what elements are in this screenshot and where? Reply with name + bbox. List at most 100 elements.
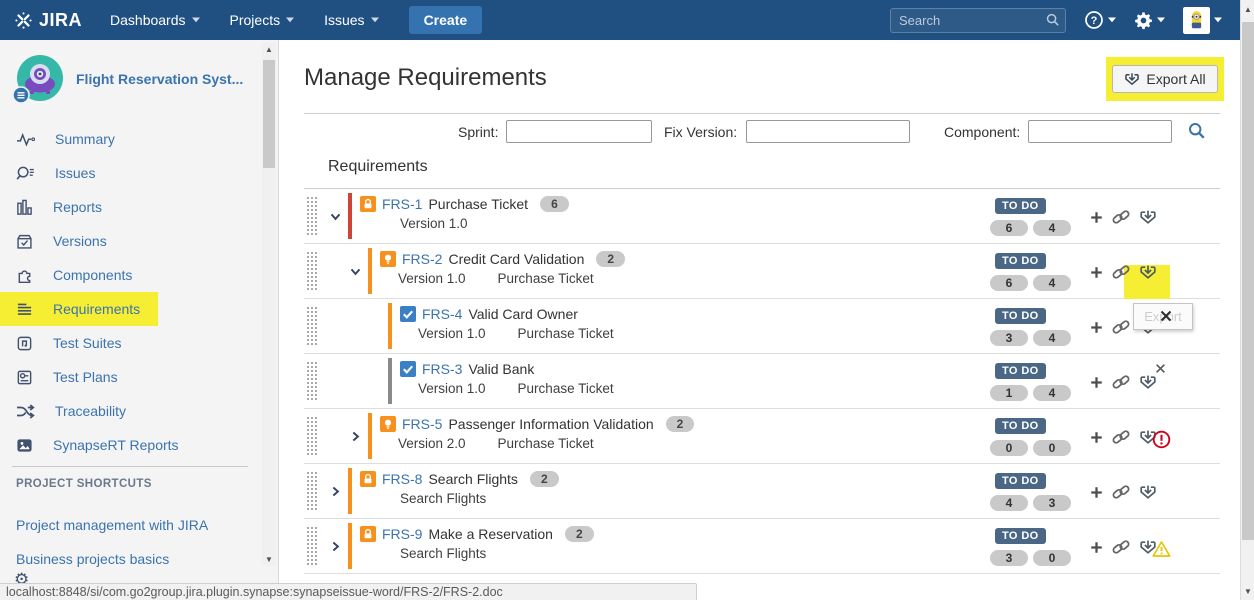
count-pill[interactable]: 4 bbox=[1033, 330, 1071, 346]
issue-key-link[interactable]: FRS-3 bbox=[422, 361, 462, 377]
add-icon[interactable] bbox=[1090, 541, 1103, 554]
drag-handle[interactable] bbox=[306, 526, 317, 567]
add-icon[interactable] bbox=[1090, 486, 1103, 499]
add-icon[interactable] bbox=[1090, 321, 1103, 334]
sidebar-item-reports[interactable]: Reports bbox=[0, 190, 260, 224]
requirement-row-frs-5: FRS-5Passenger Information Validation2Ve… bbox=[304, 409, 1220, 464]
requirement-title: Valid Card Owner bbox=[468, 306, 577, 322]
issue-key-link[interactable]: FRS-4 bbox=[422, 306, 462, 322]
jira-logo[interactable]: JIRA bbox=[14, 10, 82, 31]
sidebar-item-test-plans[interactable]: Test Plans bbox=[0, 360, 260, 394]
count-pill[interactable]: 6 bbox=[990, 220, 1028, 236]
chevron-right-icon[interactable] bbox=[329, 540, 342, 553]
sidebar-item-traceability[interactable]: Traceability bbox=[0, 394, 260, 428]
component-input[interactable] bbox=[1028, 120, 1172, 143]
export-icon[interactable] bbox=[1139, 483, 1157, 501]
sidebar-item-versions[interactable]: Versions bbox=[0, 224, 260, 258]
coverage-counts: 00 bbox=[990, 440, 1071, 456]
status-badge: TO DO bbox=[995, 363, 1046, 379]
fix-version-input[interactable] bbox=[746, 120, 910, 143]
requirement-row-frs-3: FRS-3Valid BankVersion 1.0Purchase Ticke… bbox=[304, 354, 1220, 409]
drag-handle[interactable] bbox=[306, 416, 317, 457]
count-pill[interactable]: 3 bbox=[990, 550, 1028, 566]
drag-handle[interactable] bbox=[306, 471, 317, 512]
issue-key-link[interactable]: FRS-8 bbox=[382, 471, 422, 487]
add-icon[interactable] bbox=[1090, 266, 1103, 279]
sidebar-scrollbar[interactable]: ▲ ▼ bbox=[262, 42, 276, 566]
sidebar-divider bbox=[12, 466, 248, 467]
count-pill[interactable]: 0 bbox=[1033, 550, 1071, 566]
count-pill[interactable]: 0 bbox=[1033, 440, 1071, 456]
link-icon[interactable] bbox=[1112, 373, 1130, 391]
sidebar-item-requirements[interactable]: Requirements bbox=[0, 292, 158, 326]
drag-handle[interactable] bbox=[306, 196, 317, 237]
close-icon[interactable] bbox=[1155, 363, 1166, 374]
drag-handle[interactable] bbox=[306, 251, 317, 292]
link-icon[interactable] bbox=[1112, 263, 1130, 281]
issue-key-link[interactable]: FRS-9 bbox=[382, 526, 422, 542]
window-scrollbar[interactable]: ▲ ▼ bbox=[1240, 0, 1254, 600]
requirement-row-frs-4: FRS-4Valid Card OwnerVersion 1.0Purchase… bbox=[304, 299, 1220, 354]
coverage-counts: 43 bbox=[990, 495, 1071, 511]
scrollbar-thumb[interactable] bbox=[1242, 22, 1254, 540]
chevron-right-icon[interactable] bbox=[349, 430, 362, 443]
count-pill[interactable]: 4 bbox=[990, 495, 1028, 511]
link-icon[interactable] bbox=[1112, 428, 1130, 446]
link-icon[interactable] bbox=[1112, 538, 1130, 556]
chevron-down-icon[interactable] bbox=[329, 210, 342, 223]
filter-search-icon[interactable] bbox=[1188, 122, 1206, 140]
nav-item-projects[interactable]: Projects bbox=[230, 12, 295, 28]
nav-search-input[interactable] bbox=[890, 8, 1066, 33]
count-pill[interactable]: 3 bbox=[990, 330, 1028, 346]
drag-handle[interactable] bbox=[306, 306, 317, 347]
sidebar-item-summary[interactable]: Summary bbox=[0, 122, 260, 156]
create-button[interactable]: Create bbox=[409, 6, 483, 34]
export-all-button[interactable]: Export All bbox=[1112, 65, 1217, 93]
scroll-up-arrow[interactable]: ▲ bbox=[262, 42, 276, 56]
count-pill[interactable]: 4 bbox=[1033, 385, 1071, 401]
count-pill[interactable]: 3 bbox=[1033, 495, 1071, 511]
export-icon[interactable] bbox=[1139, 208, 1157, 226]
requirement-row-frs-8: FRS-8Search Flights2Search FlightsTO DO4… bbox=[304, 464, 1220, 519]
export-icon[interactable] bbox=[1139, 263, 1157, 281]
scroll-down-arrow[interactable]: ▼ bbox=[1241, 584, 1254, 598]
sidebar-item-components[interactable]: Components bbox=[0, 258, 260, 292]
add-icon[interactable] bbox=[1090, 376, 1103, 389]
user-menu[interactable] bbox=[1183, 7, 1222, 34]
sidebar-item-synapsert-reports[interactable]: SynapseRT Reports bbox=[0, 428, 260, 462]
component-label: Purchase Ticket bbox=[518, 326, 614, 341]
count-pill[interactable]: 1 bbox=[990, 385, 1028, 401]
drag-handle[interactable] bbox=[306, 361, 317, 402]
sidebar-item-issues[interactable]: Issues bbox=[0, 156, 260, 190]
export-icon[interactable] bbox=[1139, 373, 1157, 391]
scrollbar-thumb[interactable] bbox=[263, 60, 275, 168]
add-icon[interactable] bbox=[1090, 211, 1103, 224]
settings-menu[interactable] bbox=[1134, 11, 1165, 30]
issue-key-link[interactable]: FRS-2 bbox=[402, 251, 442, 267]
project-header[interactable]: Flight Reservation Syst... bbox=[12, 54, 248, 104]
project-shortcut-link[interactable]: Project management with JIRA bbox=[16, 517, 208, 533]
project-shortcut-link[interactable]: Business projects basics bbox=[16, 551, 169, 567]
count-pill[interactable]: 6 bbox=[990, 275, 1028, 291]
link-icon[interactable] bbox=[1112, 208, 1130, 226]
link-icon[interactable] bbox=[1112, 483, 1130, 501]
count-pill[interactable]: 4 bbox=[1033, 275, 1071, 291]
issue-key-link[interactable]: FRS-5 bbox=[402, 416, 442, 432]
requirement-title: Purchase Ticket bbox=[428, 196, 528, 212]
count-pill[interactable]: 0 bbox=[990, 440, 1028, 456]
add-icon[interactable] bbox=[1090, 431, 1103, 444]
count-pill[interactable]: 4 bbox=[1033, 220, 1071, 236]
sidebar-item-test-suites[interactable]: Test Suites bbox=[0, 326, 260, 360]
scroll-up-arrow[interactable]: ▲ bbox=[1241, 2, 1254, 16]
link-icon[interactable] bbox=[1112, 318, 1130, 336]
search-icon[interactable] bbox=[1046, 13, 1060, 27]
chevron-down-icon[interactable] bbox=[349, 265, 362, 278]
sprint-input[interactable] bbox=[506, 120, 652, 143]
issue-key-link[interactable]: FRS-1 bbox=[382, 196, 422, 212]
help-menu[interactable]: ? bbox=[1084, 10, 1116, 30]
nav-item-dashboards[interactable]: Dashboards bbox=[110, 12, 200, 28]
test-plan-icon bbox=[16, 369, 33, 386]
nav-item-issues[interactable]: Issues bbox=[324, 12, 378, 28]
chevron-right-icon[interactable] bbox=[329, 485, 342, 498]
scroll-down-arrow[interactable]: ▼ bbox=[262, 552, 276, 566]
